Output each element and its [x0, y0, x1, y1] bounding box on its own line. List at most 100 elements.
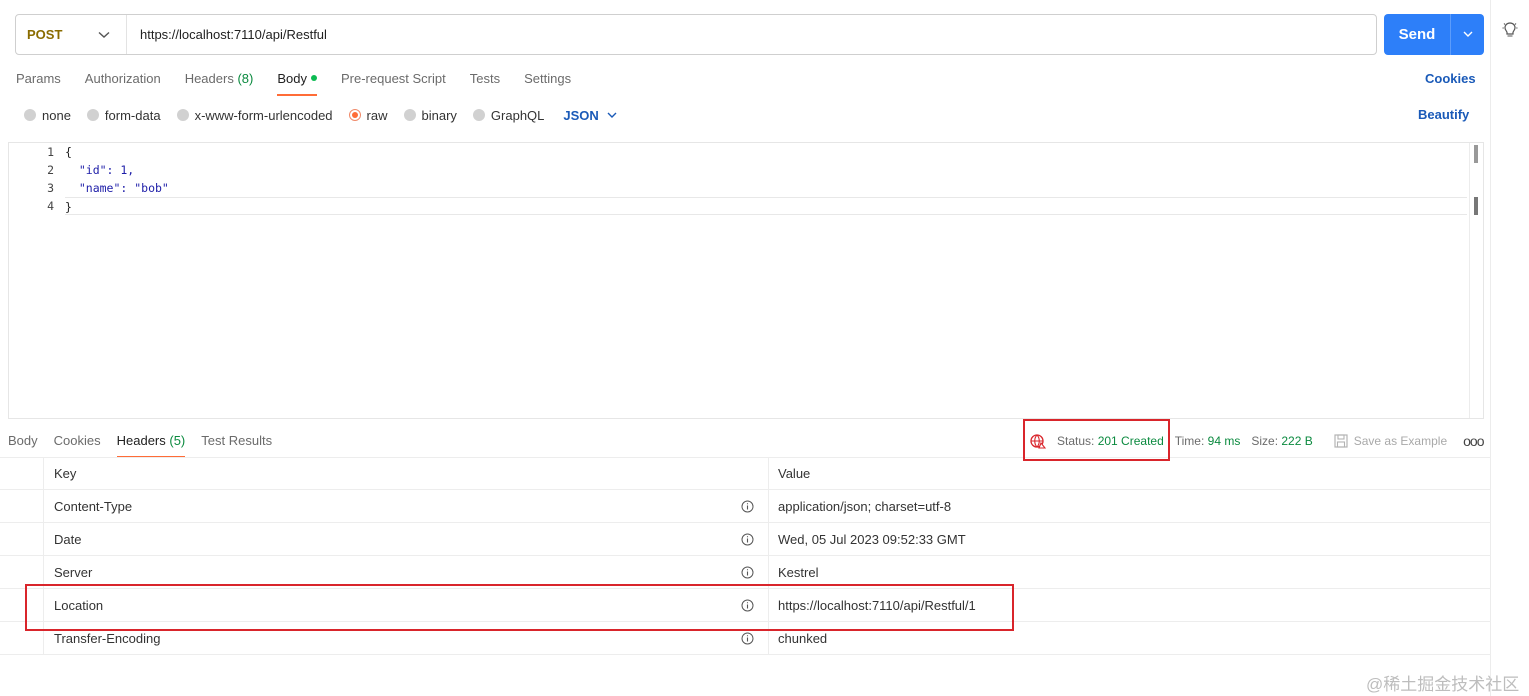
body-editor[interactable]: 1 2 3 4 { "id": 1, "name": "bob" } — [8, 142, 1484, 419]
table-header-row: Key Value — [0, 457, 1491, 490]
tab-tests[interactable]: Tests — [470, 70, 500, 96]
line-number: 3 — [47, 181, 54, 195]
radio-raw[interactable]: raw — [348, 107, 388, 123]
size-readout[interactable]: Size: 222 B — [1251, 434, 1312, 448]
header-value: chunked — [778, 630, 828, 646]
radio-circle — [176, 109, 189, 121]
line-number: 4 — [47, 199, 54, 213]
tab-response-body[interactable]: Body — [8, 432, 38, 458]
tab-label: Authorization — [84, 71, 161, 86]
line-number: 1 — [47, 145, 54, 159]
watermark-text: @稀土掘金技术社区 — [1366, 675, 1520, 694]
line-number: 2 — [47, 163, 54, 177]
request-pane: POST https://localhost:7110/api/Restful … — [0, 0, 1491, 696]
tab-label: Settings — [524, 71, 572, 86]
url-input[interactable]: https://localhost:7110/api/Restful — [127, 27, 327, 42]
header-key: Server — [54, 564, 93, 580]
status-highlight-box — [1023, 419, 1170, 461]
size-label: Size: — [1251, 434, 1279, 448]
table-row: Content-Type application/json; charset=u… — [0, 490, 1491, 523]
chevron-down-icon — [607, 112, 617, 118]
tab-label: Test Results — [201, 433, 273, 448]
scroll-marker — [1474, 145, 1478, 163]
column-label: Value — [778, 466, 811, 481]
tab-label: Cookies — [53, 433, 101, 448]
code-line: { — [65, 145, 72, 159]
radio-label: none — [42, 107, 71, 123]
info-icon[interactable] — [741, 566, 754, 579]
header-key: Transfer-Encoding — [54, 630, 161, 646]
tab-authorization[interactable]: Authorization — [85, 70, 161, 96]
tab-label: Pre-request Script — [340, 71, 446, 86]
url-bar: POST https://localhost:7110/api/Restful — [15, 14, 1377, 55]
chevron-down-icon — [1463, 31, 1472, 37]
tab-params[interactable]: Params — [16, 70, 61, 96]
radio-binary[interactable]: binary — [403, 108, 457, 123]
format-label: JSON — [563, 107, 599, 123]
location-highlight-box — [25, 584, 1014, 631]
header-key: Date — [54, 531, 82, 547]
radio-circle-selected — [348, 109, 361, 121]
header-value: application/json; charset=utf-8 — [778, 498, 952, 514]
send-button-group: Send — [1384, 14, 1484, 55]
code-area[interactable]: { "id": 1, "name": "bob" } — [65, 143, 1467, 215]
radio-circle — [403, 109, 416, 121]
method-label: POST — [27, 27, 63, 42]
radio-circle — [472, 109, 485, 121]
info-icon[interactable] — [741, 533, 754, 546]
editor-scrollbar[interactable] — [1469, 143, 1483, 418]
save-as-example-button[interactable]: Save as Example — [1334, 434, 1447, 448]
tab-settings[interactable]: Settings — [524, 70, 571, 96]
code-line: } — [65, 197, 1467, 215]
tab-test-results[interactable]: Test Results — [201, 432, 272, 458]
save-as-example-label: Save as Example — [1353, 434, 1448, 448]
time-readout[interactable]: Time: 94 ms — [1175, 434, 1241, 448]
header-key: Content-Type — [54, 498, 133, 514]
radio-graphql[interactable]: GraphQL — [472, 107, 545, 123]
row-gutter — [0, 458, 44, 489]
tab-response-headers[interactable]: Headers (5) — [116, 432, 185, 458]
method-select[interactable]: POST — [16, 15, 127, 54]
table-row: Date Wed, 05 Jul 2023 09:52:33 GMT — [0, 523, 1491, 556]
format-select[interactable]: JSON — [563, 107, 617, 123]
line-numbers: 1 2 3 4 — [9, 143, 61, 215]
row-gutter — [0, 490, 44, 522]
send-button[interactable]: Send — [1384, 14, 1451, 55]
headers-count: (8) — [237, 71, 254, 86]
radio-label: GraphQL — [490, 107, 545, 123]
tab-response-cookies[interactable]: Cookies — [54, 432, 101, 458]
response-tabs: Body Cookies Headers (5) Test Results — [8, 432, 288, 458]
tab-headers[interactable]: Headers (8) — [185, 70, 254, 96]
beautify-button[interactable]: Beautify — [1418, 107, 1469, 122]
tab-pre-request-script[interactable]: Pre-request Script — [341, 70, 446, 96]
save-icon — [1334, 434, 1348, 448]
more-options-icon[interactable]: ooo — [1463, 433, 1484, 449]
tab-body[interactable]: Body — [277, 70, 317, 96]
radio-x-www-form-urlencoded[interactable]: x-www-form-urlencoded — [176, 107, 333, 123]
radio-none[interactable]: none — [24, 108, 71, 123]
radio-circle — [86, 109, 99, 121]
code-line: "name": "bob" — [65, 181, 169, 195]
lightbulb-icon[interactable] — [1500, 20, 1520, 40]
header-value-cell: Wed, 05 Jul 2023 09:52:33 GMT — [769, 523, 1491, 555]
tab-label: Params — [16, 71, 61, 86]
cookies-link[interactable]: Cookies — [1425, 71, 1476, 86]
info-icon[interactable] — [741, 632, 754, 645]
radio-form-data[interactable]: form-data — [86, 107, 161, 123]
column-header-key: Key — [44, 458, 769, 489]
header-value: Wed, 05 Jul 2023 09:52:33 GMT — [778, 531, 966, 547]
info-icon[interactable] — [741, 500, 754, 513]
tab-label: Headers — [184, 71, 234, 86]
send-options-button[interactable] — [1451, 14, 1484, 55]
radio-label: x-www-form-urlencoded — [194, 107, 333, 123]
radio-label: form-data — [104, 107, 161, 123]
tab-label: Body — [8, 433, 38, 448]
code-line: "id": 1, — [65, 163, 135, 177]
tab-label: Tests — [469, 71, 501, 86]
column-label: Key — [54, 466, 77, 481]
radio-label: raw — [366, 107, 388, 123]
radio-circle — [24, 109, 36, 121]
header-value-cell: application/json; charset=utf-8 — [769, 490, 1491, 522]
body-indicator-dot — [310, 75, 317, 81]
header-key-cell: Date — [44, 523, 769, 555]
